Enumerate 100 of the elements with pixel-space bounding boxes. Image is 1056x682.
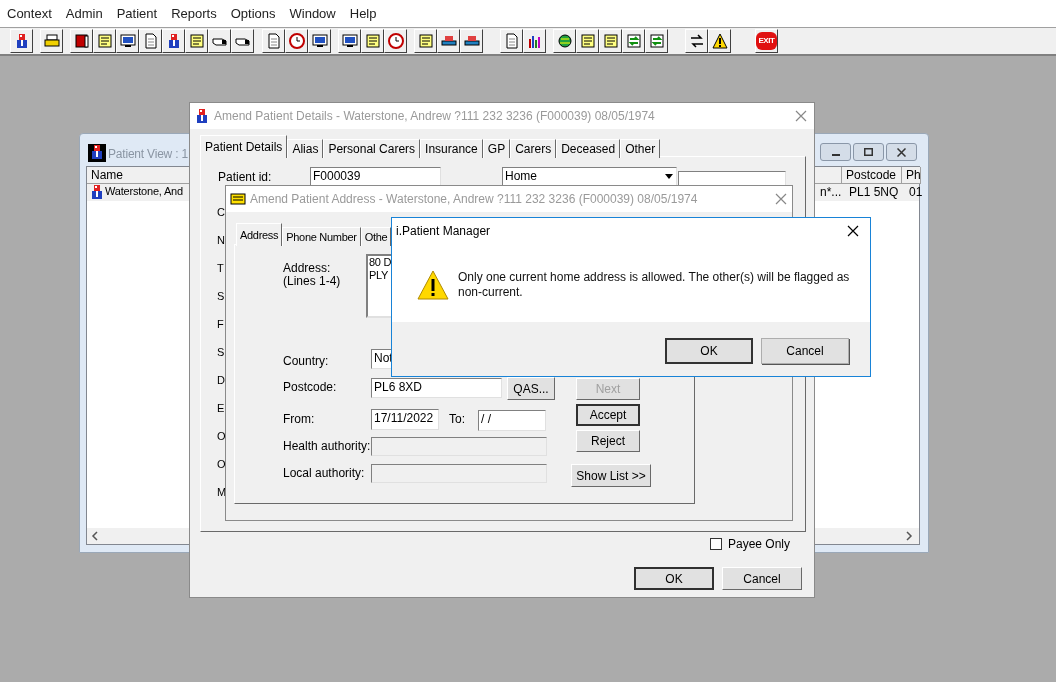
toolbar-button[interactable] bbox=[116, 29, 139, 53]
health-authority-field[interactable] bbox=[371, 437, 547, 456]
toolbar-button[interactable] bbox=[308, 29, 331, 53]
field-label: Address: bbox=[283, 262, 331, 274]
button[interactable]: Reject bbox=[576, 430, 640, 452]
menu-item[interactable]: Context bbox=[7, 7, 52, 20]
table-cell: Waterstone, And bbox=[105, 186, 183, 197]
tab[interactable]: Deceased bbox=[556, 139, 621, 158]
monitor-icon bbox=[311, 33, 328, 49]
column-header[interactable]: Postcode bbox=[842, 167, 902, 184]
clock-icon bbox=[387, 33, 404, 49]
to-date-field[interactable]: / / bbox=[478, 410, 546, 431]
notepad-icon bbox=[96, 33, 113, 49]
person-icon bbox=[89, 184, 105, 200]
globe-icon bbox=[556, 33, 573, 49]
field-label: T bbox=[217, 263, 224, 274]
toolbar-button[interactable] bbox=[40, 29, 63, 53]
menu-item[interactable]: Patient bbox=[116, 7, 158, 20]
toolbar-button[interactable] bbox=[622, 29, 645, 53]
close-button[interactable] bbox=[886, 143, 917, 161]
toolbar-button[interactable] bbox=[384, 29, 407, 53]
show-list-button[interactable]: Show List >> bbox=[571, 464, 651, 487]
tab[interactable]: Personal Carers bbox=[323, 139, 421, 158]
notepad-icon bbox=[364, 33, 381, 49]
toolbar-button[interactable] bbox=[576, 29, 599, 53]
field-label: Patient id: bbox=[218, 171, 272, 183]
tab[interactable]: Alias bbox=[287, 139, 324, 158]
field-label: F bbox=[217, 319, 224, 330]
warning-icon bbox=[417, 270, 449, 300]
tab[interactable]: Phone Number bbox=[282, 227, 361, 246]
document-icon bbox=[265, 33, 282, 49]
sync-arrows-icon bbox=[648, 33, 665, 49]
menu-item[interactable]: Admin bbox=[65, 7, 103, 20]
notepad-icon bbox=[188, 33, 205, 49]
toolbar-button[interactable] bbox=[262, 29, 285, 53]
field-label: To: bbox=[449, 413, 465, 425]
toolbar-button[interactable] bbox=[208, 29, 231, 53]
tab[interactable]: Address bbox=[236, 223, 283, 246]
document-icon bbox=[503, 33, 520, 49]
toolbar-button[interactable] bbox=[361, 29, 384, 53]
toolbar-button[interactable] bbox=[70, 29, 93, 53]
toolbar-button[interactable] bbox=[708, 29, 731, 53]
close-icon[interactable] bbox=[847, 225, 859, 237]
toolbar-button[interactable] bbox=[437, 29, 460, 53]
from-date-field[interactable]: 17/11/2022 bbox=[371, 409, 439, 430]
menu-item[interactable]: Help bbox=[349, 7, 377, 20]
toolbar-button[interactable] bbox=[162, 29, 185, 53]
ok-button[interactable]: OK bbox=[665, 338, 753, 364]
tab[interactable]: Carers bbox=[510, 139, 557, 158]
toolbar-button[interactable] bbox=[500, 29, 523, 53]
field-label: O bbox=[217, 431, 226, 442]
field-label: S bbox=[217, 291, 225, 302]
toolbar-button[interactable] bbox=[231, 29, 254, 53]
tab[interactable]: Patient Details bbox=[200, 135, 288, 158]
toolbar-button[interactable] bbox=[460, 29, 483, 53]
menu-item[interactable]: Reports bbox=[171, 7, 217, 20]
toolbar-button[interactable] bbox=[685, 29, 708, 53]
menu-item[interactable]: Window bbox=[289, 7, 336, 20]
cancel-button[interactable]: Cancel bbox=[722, 567, 802, 590]
postcode-field[interactable]: PL6 8XD bbox=[371, 378, 502, 398]
toolbar-button[interactable] bbox=[93, 29, 116, 53]
minimize-icon bbox=[831, 154, 840, 156]
toolbar-button[interactable] bbox=[338, 29, 361, 53]
close-icon bbox=[897, 147, 906, 157]
menu-item[interactable]: Options bbox=[230, 7, 276, 20]
toolbar-button[interactable] bbox=[553, 29, 576, 53]
field-label: O bbox=[217, 459, 226, 470]
ok-button[interactable]: OK bbox=[634, 567, 714, 590]
field-label: N bbox=[217, 235, 225, 246]
tab[interactable]: GP bbox=[482, 139, 511, 158]
button[interactable]: Accept bbox=[576, 404, 640, 426]
scroll-right-icon[interactable] bbox=[905, 531, 913, 541]
window-title: Amend Patient Address - Waterstone, Andrew ?111 232 3236 (F000039) 08/05/1974 bbox=[226, 186, 792, 212]
cancel-button[interactable]: Cancel bbox=[761, 338, 849, 364]
toolbar-button[interactable] bbox=[185, 29, 208, 53]
column-header[interactable]: Ph bbox=[902, 167, 921, 184]
checkbox[interactable] bbox=[710, 538, 722, 550]
maximize-button[interactable] bbox=[853, 143, 884, 161]
toolbar-button[interactable] bbox=[523, 29, 546, 53]
toolbar-button[interactable] bbox=[139, 29, 162, 53]
minimize-button[interactable] bbox=[820, 143, 851, 161]
local-authority-field[interactable] bbox=[371, 464, 547, 483]
toolbar-button[interactable] bbox=[645, 29, 668, 53]
toolbar-button[interactable] bbox=[599, 29, 622, 53]
message-text: Only one current home address is allowed. The other(s) will be flagged as non-current. bbox=[458, 270, 850, 300]
toolbar-button[interactable] bbox=[285, 29, 308, 53]
field-label: C bbox=[217, 207, 225, 218]
warning-icon bbox=[711, 33, 728, 49]
notepad-icon bbox=[602, 33, 619, 49]
tab[interactable]: Othe bbox=[360, 227, 392, 246]
scroll-left-icon[interactable] bbox=[91, 531, 99, 541]
table-cell: PL1 5NQ bbox=[849, 186, 899, 198]
toolbar-button[interactable] bbox=[414, 29, 437, 53]
toolbar-button[interactable] bbox=[10, 29, 33, 53]
qas-button[interactable]: QAS... bbox=[507, 377, 555, 400]
tab[interactable]: Insurance bbox=[420, 139, 483, 158]
notepad-icon bbox=[417, 33, 434, 49]
window-title: i.Patient Manager bbox=[396, 225, 491, 237]
tab[interactable]: Other bbox=[620, 139, 661, 158]
swap-arrows-icon bbox=[688, 33, 705, 49]
